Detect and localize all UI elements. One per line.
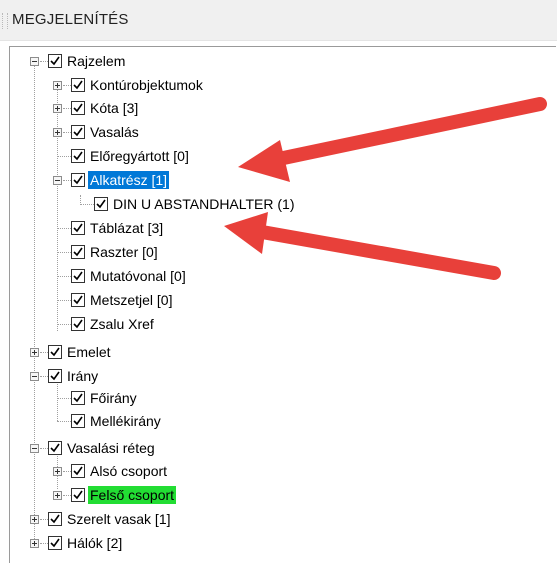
annotation-arrows (224, 97, 547, 280)
red-arrow-upper (238, 97, 547, 182)
red-arrow-lower (224, 212, 501, 280)
